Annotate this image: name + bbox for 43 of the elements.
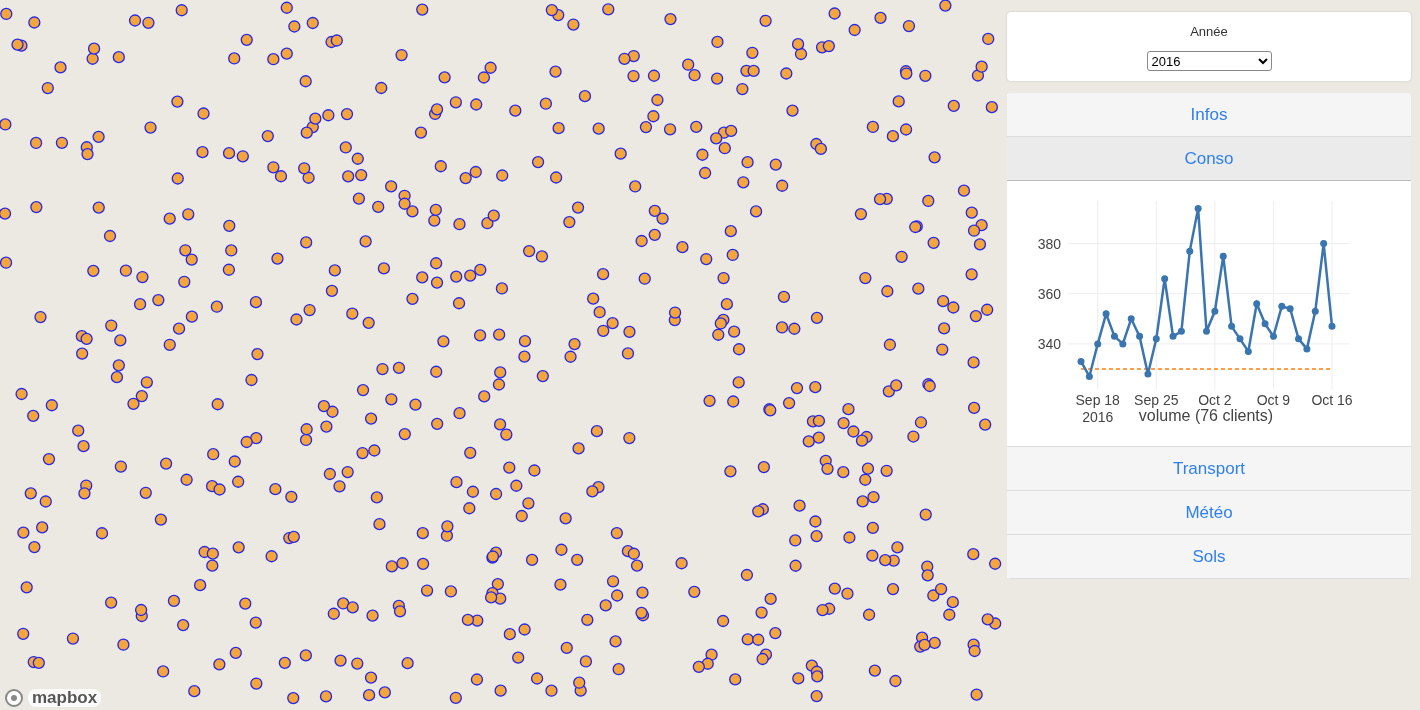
x-tick-label: Oct 9: [1256, 392, 1291, 408]
year-select[interactable]: 2016: [1146, 51, 1272, 71]
year-label: Année: [1190, 24, 1228, 39]
data-point: [1328, 322, 1336, 330]
data-point: [1161, 275, 1169, 283]
data-point: [1261, 320, 1269, 328]
x-tick-label: Oct 2: [1198, 392, 1232, 408]
data-point: [1311, 307, 1319, 315]
data-point: [1194, 205, 1202, 212]
data-point: [1144, 370, 1152, 378]
y-tick-label: 360: [1037, 285, 1061, 302]
data-point: [1269, 332, 1277, 340]
mapbox-logo-icon: [4, 688, 24, 708]
data-point: [1136, 332, 1144, 340]
data-point: [1303, 345, 1311, 353]
y-tick-label: 340: [1037, 335, 1061, 352]
attribution-logo[interactable]: mapbox: [28, 689, 102, 707]
accordion-header[interactable]: Transport: [1007, 447, 1411, 491]
data-point: [1236, 335, 1244, 343]
x-axis-title: volume (76 clients): [1138, 407, 1274, 424]
data-point: [1244, 347, 1252, 355]
data-point: [1085, 372, 1093, 380]
accordion-header[interactable]: Conso: [1007, 137, 1411, 181]
x-tick-label: Oct 16: [1311, 392, 1353, 408]
data-point: [1094, 340, 1102, 348]
data-point: [1253, 300, 1261, 308]
data-point: [1211, 307, 1219, 315]
data-point: [1152, 335, 1160, 343]
data-point: [1320, 240, 1328, 248]
data-point: [1186, 247, 1194, 255]
data-point: [1203, 327, 1210, 335]
x-tick-label: Sep 25: [1134, 392, 1179, 408]
data-point: [1127, 315, 1135, 323]
accordion-header[interactable]: Sols: [1007, 535, 1411, 579]
data-point: [1295, 335, 1303, 343]
data-point: [1102, 310, 1110, 318]
accordion-header[interactable]: Météo: [1007, 491, 1411, 535]
x-tick-label: Sep 18 2016: [1075, 392, 1120, 425]
y-tick-label: 380: [1037, 235, 1061, 252]
data-point: [1228, 322, 1236, 330]
accordion-header[interactable]: Infos: [1007, 93, 1411, 137]
data-point: [1219, 252, 1227, 260]
data-point: [1077, 357, 1085, 365]
